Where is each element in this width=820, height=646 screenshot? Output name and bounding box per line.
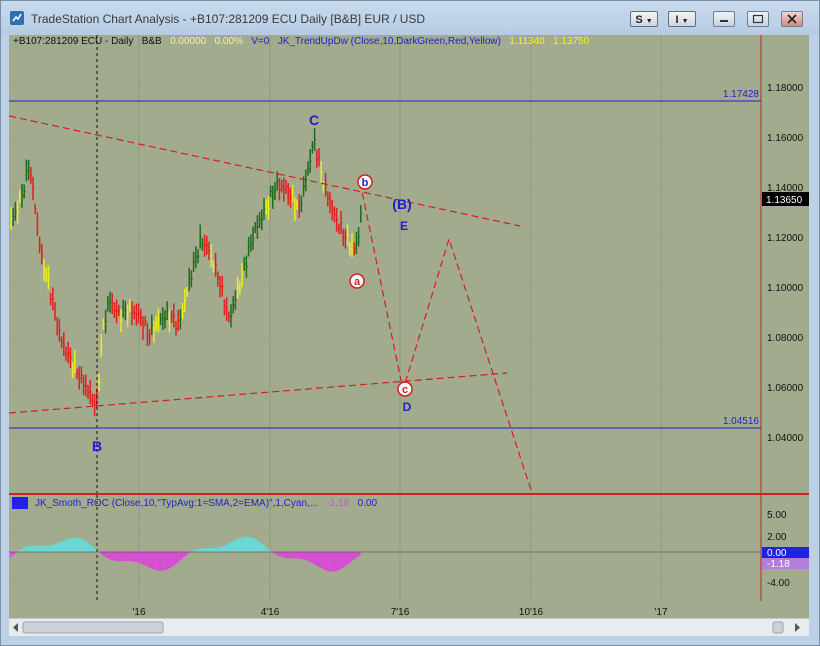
price-chart-svg[interactable]: B C b (B) E a c D 1.18000 1.16000 1.1400… <box>9 35 809 495</box>
last-price-label: 1.13650 <box>766 195 803 206</box>
osc-tick: 5.00 <box>767 510 787 521</box>
close-icon <box>787 14 797 24</box>
time-tick: '16 <box>132 607 145 618</box>
scrollbar-end-thumb[interactable] <box>772 621 784 634</box>
scroll-right-icon[interactable] <box>795 623 800 632</box>
price-tick: 1.12000 <box>767 233 804 244</box>
scrollbar-svg <box>13 621 800 634</box>
legend-symbol: +B107:281209 ECU - Daily <box>13 36 134 47</box>
osc-zero-label: 0.00 <box>767 548 787 559</box>
interval-link-label: I <box>675 14 679 26</box>
oscillator-panel[interactable]: 5.00 2.00 -4.00 0.00 -1.18 JK_Smoth_ROC … <box>9 495 809 601</box>
osc-legend-value-1: -1.18 <box>326 498 350 509</box>
wave-label-C: C <box>309 112 319 128</box>
time-tick: 7'16 <box>391 607 410 618</box>
oscillator-legend[interactable]: JK_Smoth_ROC (Close,10,"TypAvg:1=SMA,2=E… <box>35 498 377 509</box>
time-tick: 4'16 <box>261 607 280 618</box>
minimize-icon <box>720 20 728 22</box>
wave-label-B: B <box>92 438 102 454</box>
wave-label-b: b <box>362 177 369 189</box>
symbol-link-button[interactable]: S ▼ <box>630 11 658 27</box>
price-bars <box>10 128 363 417</box>
osc-tick: -4.00 <box>767 578 790 589</box>
maximize-button[interactable] <box>747 11 769 27</box>
legend-change: 0.00000 <box>170 36 207 47</box>
osc-legend-study: JK_Smoth_ROC (Close,10,"TypAvg:1=SMA,2=E… <box>35 498 319 509</box>
chevron-down-icon: ▼ <box>645 18 653 25</box>
legend-value-1: 1.11340 <box>509 36 545 47</box>
oscillator-chart-svg[interactable]: 5.00 2.00 -4.00 0.00 -1.18 <box>9 495 809 601</box>
vertical-gridlines <box>138 35 762 495</box>
osc-legend-value-2: 0.00 <box>357 498 378 509</box>
price-tick: 1.08000 <box>767 333 804 344</box>
chevron-down-icon: ▼ <box>681 18 689 25</box>
close-button[interactable] <box>781 11 803 27</box>
osc-value-label: -1.18 <box>767 559 790 570</box>
legend-pct: 0.00% <box>214 36 243 47</box>
chart-area[interactable]: B C b (B) E a c D 1.18000 1.16000 1.1400… <box>9 35 809 635</box>
chart-window: TradeStation Chart Analysis - +B107:2812… <box>0 0 820 646</box>
window-title: TradeStation Chart Analysis - +B107:2812… <box>31 12 426 26</box>
lower-line-price-label: 1.04516 <box>723 416 760 427</box>
price-tick: 1.06000 <box>767 383 804 394</box>
tradestation-app-icon <box>10 11 24 25</box>
wave-label-D: D <box>403 400 412 414</box>
wave-label-c: c <box>402 384 408 396</box>
time-tick: '17 <box>654 607 667 618</box>
horizontal-scrollbar[interactable] <box>9 618 809 636</box>
title-bar[interactable]: TradeStation Chart Analysis - +B107:2812… <box>1 1 819 35</box>
price-axis[interactable]: 1.18000 1.16000 1.14000 1.12000 1.10000 … <box>767 83 804 444</box>
wave-label-a: a <box>354 276 361 288</box>
maximize-icon <box>752 14 764 24</box>
scrollbar-thumb[interactable] <box>22 621 164 634</box>
osc-tick: 2.00 <box>767 532 787 543</box>
time-tick: 10'16 <box>519 607 544 618</box>
legend-bb: B&B <box>141 36 162 47</box>
legend-value-2: 1.13750 <box>553 36 590 47</box>
minimize-button[interactable] <box>713 11 735 27</box>
wave-label-E: E <box>400 219 408 233</box>
interval-link-button[interactable]: I ▼ <box>668 11 696 27</box>
horizontal-gridlines <box>9 86 761 438</box>
legend-study: JK_TrendUpDw (Close,10,DarkGreen,Red,Yel… <box>277 36 501 47</box>
legend-volume: V=0 <box>251 36 270 47</box>
price-tick: 1.04000 <box>767 433 804 444</box>
oscillator-gridlines <box>9 495 762 601</box>
price-legend[interactable]: +B107:281209 ECU - Daily B&B 0.00000 0.0… <box>13 36 589 47</box>
wave-label-B-paren: (B) <box>392 196 411 212</box>
price-tick: 1.18000 <box>767 83 804 94</box>
scroll-left-icon[interactable] <box>13 623 18 632</box>
oscillator-histogram <box>10 536 361 572</box>
upper-line-price-label: 1.17428 <box>723 89 760 100</box>
projected-wave-path[interactable] <box>359 181 533 494</box>
price-tick: 1.16000 <box>767 133 804 144</box>
oscillator-color-swatch <box>12 497 28 509</box>
price-panel[interactable]: B C b (B) E a c D 1.18000 1.16000 1.1400… <box>9 35 809 495</box>
price-tick: 1.10000 <box>767 283 804 294</box>
symbol-link-label: S <box>635 14 643 26</box>
